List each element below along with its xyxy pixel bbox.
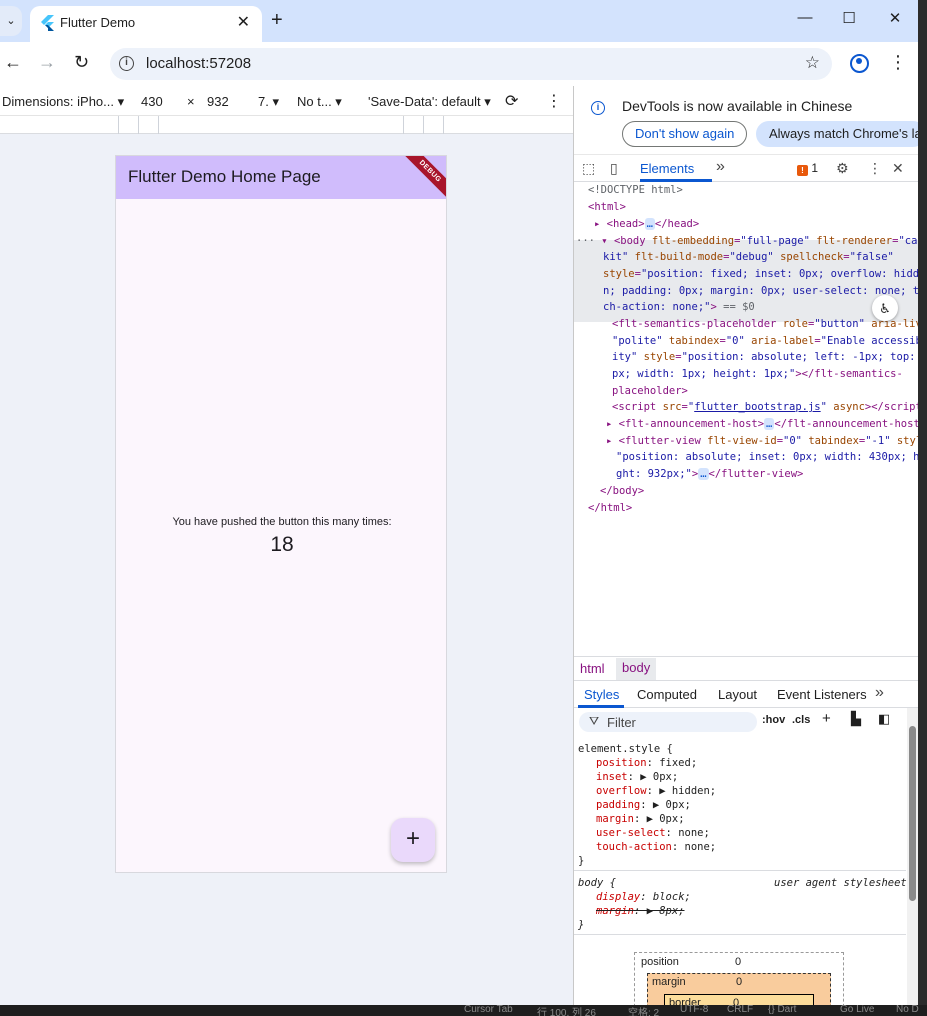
counter-message: You have pushed the button this many tim… — [172, 516, 392, 528]
box-model-border: border 0 — [664, 994, 814, 1005]
accessibility-tree-icon[interactable]: ♿ — [872, 295, 898, 321]
tab-title: Flutter Demo — [60, 15, 136, 30]
minimize-icon[interactable]: — — [782, 9, 828, 26]
dimension-separator: × — [187, 94, 195, 109]
editor-status-bar: Cursor Tab 行 100, 列 26 空格: 2 UTF-8 CRLF … — [0, 1005, 927, 1016]
reload-icon[interactable]: ↻ — [74, 52, 89, 73]
close-window-icon[interactable]: ✕ — [872, 9, 918, 27]
zoom-select[interactable]: 7. ▾ — [258, 94, 279, 110]
save-data-select[interactable]: 'Save-Data': default ▾ — [368, 94, 491, 110]
element-state-icon[interactable]: ▙ — [851, 711, 861, 727]
styles-scrollbar[interactable] — [907, 708, 918, 1005]
styles-filter-bar: ⛛ Filter :hov .cls + ▙ ◧ — [574, 708, 918, 734]
app-bar: Flutter Demo Home Page DEBUG — [116, 156, 446, 205]
more-tabs-icon[interactable]: » — [716, 158, 725, 176]
devtools-menu-icon[interactable]: ⋮ — [868, 160, 882, 177]
browser-toolbar: ← → ↻ i localhost:57208 ☆ ⋮ — [0, 42, 918, 86]
app-bar-title: Flutter Demo Home Page — [128, 167, 321, 186]
height-input[interactable]: 932 — [207, 94, 229, 109]
devtools-panel: i DevTools is now available in Chinese D… — [573, 86, 918, 1005]
site-info-icon[interactable]: i — [119, 56, 134, 71]
tab-styles[interactable]: Styles — [584, 687, 619, 702]
always-match-language-button[interactable]: Always match Chrome's language — [756, 121, 918, 147]
device-toolbar: Dimensions: iPho... ▾ 430 × 932 7. ▾ No … — [0, 86, 573, 116]
maximize-icon[interactable]: ☐ — [826, 9, 872, 27]
dont-show-again-button[interactable]: Don't show again — [622, 121, 748, 147]
breadcrumb-html[interactable]: html — [580, 661, 605, 676]
tab-elements[interactable]: Elements — [640, 161, 694, 176]
profile-icon[interactable] — [850, 54, 869, 73]
rotate-icon[interactable]: ⟳ — [505, 91, 518, 111]
browser-tab[interactable]: Flutter Demo ✕ — [30, 6, 262, 42]
filter-placeholder: Filter — [607, 715, 636, 730]
styles-filter-input[interactable]: ⛛ Filter — [579, 712, 757, 732]
media-query-ruler[interactable] — [0, 116, 573, 134]
breadcrumb-body[interactable]: body — [616, 658, 657, 680]
language-infobar: i DevTools is now available in Chinese D… — [574, 86, 918, 154]
tab-computed[interactable]: Computed — [637, 687, 697, 702]
new-tab-icon[interactable]: + — [271, 9, 283, 32]
device-toggle-icon[interactable]: ▯ — [610, 160, 618, 177]
hov-toggle[interactable]: :hov — [762, 714, 785, 726]
browser-window: ⌄ Flutter Demo ✕ + — ☐ ✕ ← → ↻ i localho… — [0, 0, 918, 1005]
toggle-sidebar-icon[interactable]: ◧ — [878, 711, 890, 727]
new-style-rule-icon[interactable]: + — [822, 710, 831, 727]
increment-fab-button[interactable]: + — [391, 818, 435, 862]
close-tab-icon[interactable]: ✕ — [237, 12, 250, 32]
dimensions-select[interactable]: Dimensions: iPho... ▾ — [2, 94, 124, 110]
dom-tree[interactable]: <!DOCTYPE html> <html> ▸ <head>… </head> … — [574, 182, 918, 656]
device-emulation-pane: Dimensions: iPho... ▾ 430 × 932 7. ▾ No … — [0, 86, 573, 1005]
browser-menu-icon[interactable]: ⋮ — [889, 52, 907, 73]
tab-event-listeners[interactable]: Event Listeners — [777, 687, 867, 702]
device-toolbar-menu-icon[interactable]: ⋮ — [546, 91, 562, 111]
settings-gear-icon[interactable]: ⚙ — [836, 160, 849, 177]
counter-value: 18 — [270, 533, 294, 556]
debug-banner: DEBUG — [397, 156, 446, 205]
issues-badge[interactable]: ! 1 — [797, 161, 818, 176]
warning-icon: ! — [797, 165, 808, 176]
url-text[interactable]: localhost:57208 — [146, 55, 251, 72]
styles-scrollbar-thumb[interactable] — [909, 726, 916, 901]
styles-pane-tabs: Styles Computed Layout Event Listeners » — [574, 680, 918, 708]
tab-search-chevron-icon[interactable]: ⌄ — [0, 6, 22, 36]
forward-icon[interactable]: → — [38, 52, 56, 73]
flutter-app-viewport: Flutter Demo Home Page DEBUG You have pu… — [115, 155, 447, 873]
devtools-tabs: ⬚ ▯ Elements » ! 1 ⚙ ⋮ ✕ — [574, 154, 918, 182]
cls-toggle[interactable]: .cls — [792, 714, 810, 726]
box-model-margin: margin 0 border 0 — [647, 973, 831, 1005]
flutter-logo-icon — [41, 15, 54, 31]
box-model-diagram: position 0 margin 0 border 0 — [634, 952, 844, 1005]
back-icon[interactable]: ← — [4, 52, 22, 73]
width-input[interactable]: 430 — [141, 94, 163, 109]
throttle-select[interactable]: No t... ▾ — [297, 94, 342, 110]
infobar-text: DevTools is now available in Chinese — [622, 98, 853, 114]
window-edge — [918, 0, 927, 1005]
info-icon: i — [591, 101, 605, 115]
tab-layout[interactable]: Layout — [718, 687, 757, 702]
inspect-element-icon[interactable]: ⬚ — [582, 160, 595, 177]
tab-strip: ⌄ Flutter Demo ✕ + — ☐ ✕ — [0, 0, 918, 42]
close-devtools-icon[interactable]: ✕ — [892, 160, 904, 177]
more-style-tabs-icon[interactable]: » — [875, 684, 884, 702]
user-agent-stylesheet-label: user agent stylesheet — [774, 877, 907, 889]
filter-icon: ⛛ — [589, 714, 600, 728]
bookmark-star-icon[interactable]: ☆ — [805, 53, 820, 73]
address-bar[interactable]: i localhost:57208 ☆ — [110, 48, 832, 80]
breadcrumb: html body — [574, 656, 918, 680]
